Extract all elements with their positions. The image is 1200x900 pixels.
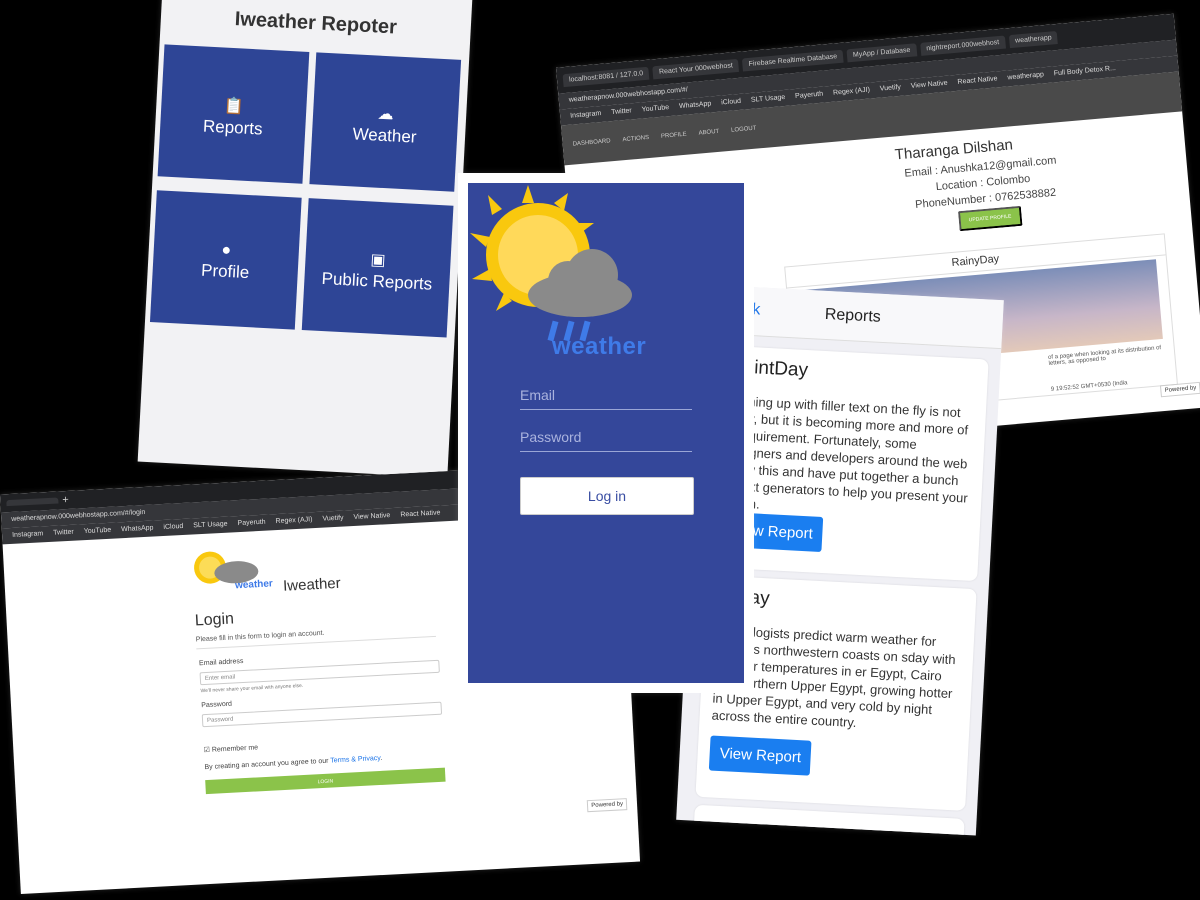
bookmark[interactable]: Twitter bbox=[611, 103, 633, 121]
menu-about[interactable]: ABOUT bbox=[698, 129, 719, 137]
mobile-login-screen: weather Email Password Log in bbox=[468, 183, 744, 683]
menu-logout[interactable]: LOGOUT bbox=[731, 126, 757, 134]
terms-prefix: By creating an account you agree to our bbox=[204, 757, 329, 772]
bookmark[interactable]: SLT Usage bbox=[750, 90, 786, 109]
browser-tab[interactable]: weatherapp bbox=[1008, 30, 1059, 48]
email-label: Email address bbox=[198, 657, 244, 668]
new-tab-icon[interactable]: + bbox=[62, 494, 69, 506]
tile-label: Profile bbox=[200, 260, 250, 283]
email-input[interactable]: Email bbox=[520, 387, 692, 410]
bookmark[interactable]: Twitter bbox=[53, 525, 74, 542]
cloud-icon: ☁ bbox=[377, 105, 395, 124]
bookmark[interactable]: YouTube bbox=[83, 523, 112, 540]
bookmark[interactable]: React Native bbox=[400, 505, 441, 523]
bookmark[interactable]: View Native bbox=[353, 508, 391, 526]
tile-weather[interactable]: ☁ Weather bbox=[309, 52, 462, 192]
update-profile-button[interactable]: UPDATE PROFILE bbox=[958, 205, 1023, 232]
bookmark[interactable]: Vuetify bbox=[879, 80, 902, 98]
user-icon: ● bbox=[221, 241, 232, 260]
checkbox-icon[interactable]: ☑ bbox=[203, 747, 210, 754]
report-text: of a page when looking at its distributi… bbox=[1047, 345, 1162, 367]
tile-label: Reports bbox=[202, 116, 263, 139]
bookmark[interactable]: Instagram bbox=[12, 526, 44, 544]
powered-by-badge[interactable]: Powered by bbox=[587, 798, 628, 813]
bookmark[interactable]: Instagram bbox=[570, 106, 602, 125]
bookmark[interactable]: WhatsApp bbox=[678, 96, 712, 115]
menu-dashboard[interactable]: DASHBOARD bbox=[572, 138, 610, 147]
tile-profile[interactable]: ● Profile bbox=[149, 190, 302, 330]
browser-tab[interactable]: localhost:8081 / 127.0.0 bbox=[562, 66, 650, 87]
tile-reports[interactable]: 📋 Reports bbox=[157, 44, 310, 184]
powered-by-badge[interactable]: Powered by bbox=[1160, 381, 1200, 398]
tile-label: Weather bbox=[352, 124, 417, 147]
bookmark[interactable]: iCloud bbox=[721, 94, 742, 112]
brand-name: weather bbox=[552, 333, 647, 360]
bookmark[interactable]: Regex (AJI) bbox=[832, 83, 870, 102]
report-card bbox=[692, 804, 965, 836]
weather-sun-cloud-icon bbox=[470, 185, 632, 342]
bookmark[interactable]: Regex (AJI) bbox=[275, 512, 313, 530]
clipboard-icon: 📋 bbox=[223, 97, 245, 116]
terms-link[interactable]: Terms & Privacy bbox=[330, 755, 380, 765]
app-name: Iweather bbox=[282, 574, 342, 595]
bookmark[interactable]: Payeruth bbox=[237, 515, 266, 532]
logo-word: weather bbox=[234, 578, 273, 591]
bookmark[interactable]: Payeruth bbox=[795, 87, 824, 105]
dashboard-screenshot: Iweather Repoter 📋 Reports ☁ Weather ● P… bbox=[137, 0, 473, 478]
password-label: Password bbox=[201, 700, 233, 710]
login-heading: Login bbox=[194, 610, 235, 630]
report-time: 9 19:52:52 GMT+0530 (India bbox=[1050, 380, 1128, 393]
weather-logo: weather bbox=[183, 541, 296, 602]
tile-public-reports[interactable]: ▣ Public Reports bbox=[301, 198, 454, 338]
bookmark[interactable]: Vuetify bbox=[322, 511, 344, 528]
dashboard-title: Iweather Repoter bbox=[234, 8, 398, 39]
remember-label: Remember me bbox=[211, 744, 259, 754]
login-button[interactable]: LOGIN bbox=[205, 767, 446, 795]
view-report-button[interactable]: View Report bbox=[708, 735, 812, 776]
password-input[interactable]: Password bbox=[520, 429, 692, 452]
browser-tab[interactable]: MyApp / Database bbox=[846, 42, 917, 62]
browser-tab[interactable]: Firebase Realtime Database bbox=[742, 49, 844, 71]
browser-tab[interactable] bbox=[6, 497, 59, 507]
bookmark[interactable]: weatherapp bbox=[1007, 67, 1045, 86]
menu-actions[interactable]: ACTIONS bbox=[622, 135, 649, 143]
bookmark[interactable]: WhatsApp bbox=[121, 521, 154, 539]
mobile-login-screenshot: weather Email Password Log in bbox=[458, 173, 754, 693]
terms-text: By creating an account you agree to our … bbox=[204, 754, 383, 772]
login-subheading: Please fill in this form to login an acc… bbox=[195, 629, 325, 644]
bookmark[interactable]: View Native bbox=[910, 76, 948, 95]
tile-label: Public Reports bbox=[321, 268, 433, 294]
bookmark[interactable]: iCloud bbox=[163, 519, 184, 536]
remember-me[interactable]: ☑ Remember me bbox=[203, 743, 258, 754]
bookmark[interactable]: SLT Usage bbox=[193, 517, 228, 535]
login-button[interactable]: Log in bbox=[520, 477, 694, 515]
report-card-body: Coming up with filler text on the fly is… bbox=[722, 393, 969, 512]
password-field[interactable]: Password bbox=[201, 701, 443, 728]
browser-tab[interactable]: React Your 000webhost bbox=[652, 58, 740, 79]
menu-profile[interactable]: PROFILE bbox=[661, 132, 687, 140]
bookmark[interactable]: YouTube bbox=[641, 100, 670, 118]
browser-tab[interactable]: nightreport.000webhost bbox=[919, 35, 1006, 56]
